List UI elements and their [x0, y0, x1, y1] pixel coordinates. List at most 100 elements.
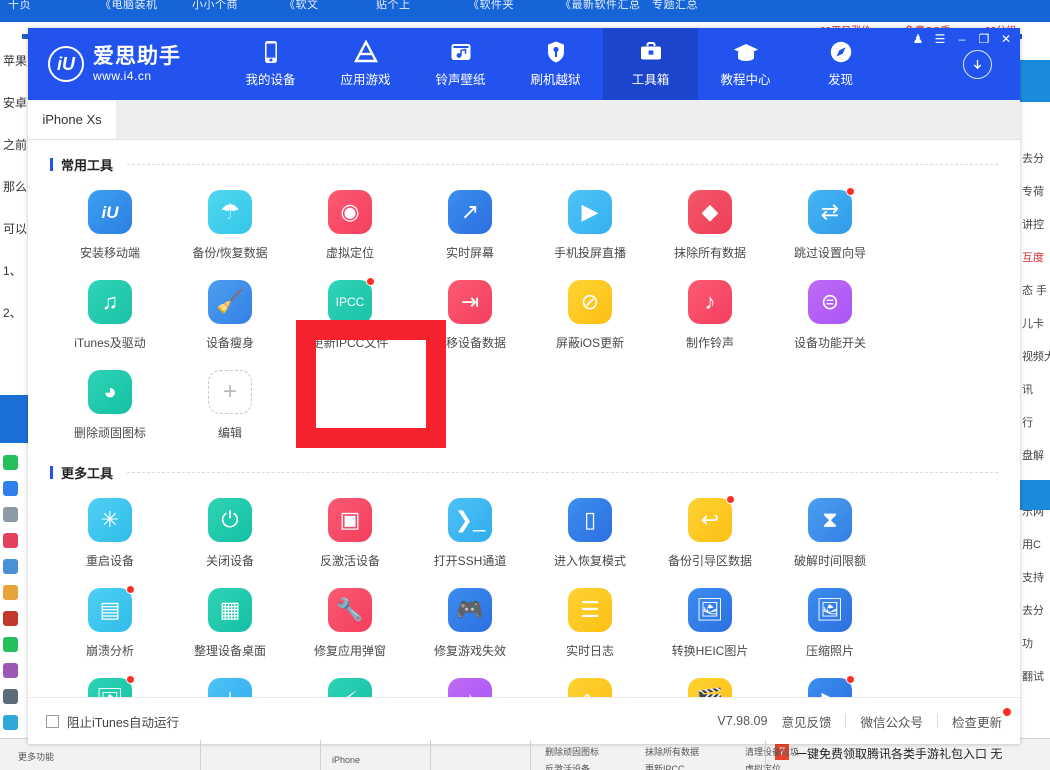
- i4-assistant-window[interactable]: iU 爱思助手 www.i4.cn 我的设备 应用游戏 铃声壁纸 刷机越狱 工具箱 教程中…: [28, 28, 1020, 744]
- tool-item[interactable]: ▤ 崩溃分析: [50, 576, 170, 666]
- check-update-link[interactable]: 检查更新: [951, 707, 1011, 731]
- tool-item[interactable]: ↗ 实时屏幕: [410, 178, 530, 268]
- tool-icon-wrap: 🧹: [208, 280, 252, 324]
- tool-label: 关闭设备: [205, 554, 254, 568]
- tool-item[interactable]: 🖼 压缩照片: [770, 576, 890, 666]
- tool-icon-wrap: ⏻: [208, 498, 252, 542]
- tool-item[interactable]: IPCC 更新IPCC文件: [290, 268, 410, 358]
- tool-icon-wrap: ∿: [568, 678, 612, 697]
- tool-item[interactable]: ↩ 备份引导区数据: [650, 486, 770, 576]
- tool-item[interactable]: 🧹 设备瘦身: [170, 268, 290, 358]
- taskbar-item[interactable]: 抹除所有数据: [645, 745, 699, 758]
- tool-item[interactable]: ◉ 虚拟定位: [290, 178, 410, 268]
- tool-item[interactable]: ❯_ 打开SSH通道: [410, 486, 530, 576]
- tool-item[interactable]: ♫ iTunes及驱动: [50, 268, 170, 358]
- tool-item[interactable]: ⚡虚拟U盘: [290, 666, 410, 697]
- tool-label: 抹除所有数据: [673, 246, 746, 260]
- tool-item[interactable]: ⊜ 设备功能开关: [770, 268, 890, 358]
- wechat-link[interactable]: 微信公众号: [860, 712, 923, 731]
- tool-item[interactable]: ∿转换音频: [530, 666, 650, 697]
- tool-item[interactable]: 🖼 转换HEIC图片: [650, 576, 770, 666]
- tool-item[interactable]: 🔧 修复应用弹窗: [290, 576, 410, 666]
- tool-item[interactable]: ▶ 手机投屏直播: [530, 178, 650, 268]
- taskbar-item[interactable]: 更新IPCC: [645, 762, 685, 770]
- taskbar-item[interactable]: 清理设备垃圾: [745, 745, 799, 758]
- tool-icon-wrap: ▶: [568, 190, 612, 234]
- nav-item-6[interactable]: 教程中心: [698, 28, 793, 100]
- window-controls: ♟ ☰ – ❐ ✕: [907, 28, 1017, 50]
- nav-item-3[interactable]: 铃声壁纸: [413, 28, 508, 100]
- nav-item-1[interactable]: 我的设备: [223, 28, 318, 100]
- tool-item[interactable]: + 编辑: [170, 358, 290, 448]
- section-accent-bar: [50, 466, 53, 479]
- tool-label: 进入恢复模式: [553, 554, 626, 568]
- app-footer: 阻止iTunes自动运行 V7.98.09 意见反馈 微信公众号 检查更新: [28, 697, 1020, 744]
- nav-item-label: 刷机越狱: [530, 73, 581, 87]
- block-itunes-checkbox-row[interactable]: 阻止iTunes自动运行: [46, 712, 179, 731]
- tool-item[interactable]: ☂ 备份/恢复数据: [170, 178, 290, 268]
- background-taskbar-icon: [3, 481, 18, 496]
- tool-item[interactable]: ▣ 反激活设备: [290, 486, 410, 576]
- menu-icon[interactable]: ☰: [929, 29, 951, 49]
- tool-item[interactable]: 🖼图片去重: [50, 666, 170, 697]
- tool-grid-2: ✳ 重启设备 ⏻ 关闭设备 ▣ 反激活设备 ❯_ 打开SSH通道 ▯ 进入恢复模式 ↩ 备份引导区数据…: [50, 486, 998, 697]
- block-itunes-checkbox[interactable]: [46, 714, 59, 728]
- tool-item[interactable]: ⇥ 迁移设备数据: [410, 268, 530, 358]
- tool-label: 实时日志: [565, 644, 614, 658]
- tool-item[interactable]: ☰ 实时日志: [530, 576, 650, 666]
- section-divider: [127, 164, 998, 165]
- apps-icon: [353, 40, 379, 64]
- tool-item[interactable]: ⤓下载固件: [170, 666, 290, 697]
- app-url: www.i4.cn: [93, 68, 152, 83]
- tool-item[interactable]: ⧗ 破解时间限额: [770, 486, 890, 576]
- edit-audio-icon: ♪: [448, 678, 492, 697]
- taskbar-item[interactable]: 反激活设备: [545, 762, 590, 770]
- tool-item[interactable]: ▯ 进入恢复模式: [530, 486, 650, 576]
- tool-item[interactable]: ▶爱思播放器: [770, 666, 890, 697]
- tab-iphone-xs[interactable]: iPhone Xs: [28, 100, 116, 139]
- tool-item[interactable]: 🎬转换视频: [650, 666, 770, 697]
- tool-item[interactable]: ◕ 删除顽固图标: [50, 358, 170, 448]
- background-right-line: 支持: [1022, 572, 1044, 584]
- taskbar-item[interactable]: 删除顽固图标: [545, 745, 599, 758]
- nav-item-4[interactable]: 刷机越狱: [508, 28, 603, 100]
- taskbar-item[interactable]: 更多功能: [18, 750, 54, 763]
- background-right-line: 讲控: [1022, 219, 1044, 231]
- nav-item-7[interactable]: 发现: [793, 28, 888, 100]
- tool-icon-wrap: ⧗: [808, 498, 852, 542]
- tool-item[interactable]: ✳ 重启设备: [50, 486, 170, 576]
- tool-item[interactable]: ♪修改音频: [410, 666, 530, 697]
- download-firmware-icon: ⤓: [208, 678, 252, 697]
- download-arrow-icon[interactable]: [963, 50, 992, 79]
- nav-item-2[interactable]: 应用游戏: [318, 28, 413, 100]
- tool-item[interactable]: ⊘ 屏蔽iOS更新: [530, 268, 650, 358]
- main-navigation: 我的设备 应用游戏 铃声壁纸 刷机越狱 工具箱 教程中心 发现: [223, 28, 888, 100]
- tool-item[interactable]: iU 安装移动端: [50, 178, 170, 268]
- taskbar-ad-text[interactable]: 一键免费领取腾讯各类手游礼包入口 无: [795, 745, 1002, 762]
- taskbar-item[interactable]: iPhone: [332, 755, 360, 765]
- tool-item[interactable]: 🎮 修复游戏失效: [410, 576, 530, 666]
- tool-label: 备份/恢复数据: [192, 246, 268, 260]
- tool-item[interactable]: ⏻ 关闭设备: [170, 486, 290, 576]
- minimize-icon[interactable]: –: [951, 29, 973, 49]
- background-taskbar-icon: [3, 507, 18, 522]
- maximize-icon[interactable]: ❐: [973, 29, 995, 49]
- tool-label: 整理设备桌面: [193, 644, 266, 658]
- skin-icon[interactable]: ♟: [907, 29, 929, 49]
- tool-icon-wrap: ◆: [688, 190, 732, 234]
- tool-item[interactable]: ◆ 抹除所有数据: [650, 178, 770, 268]
- tool-item[interactable]: ⇄ 跳过设置向导: [770, 178, 890, 268]
- nav-item-5[interactable]: 工具箱: [603, 28, 698, 100]
- tool-item[interactable]: ♪ 制作铃声: [650, 268, 770, 358]
- tool-item[interactable]: ▦ 整理设备桌面: [170, 576, 290, 666]
- background-right-blue-block: [1018, 60, 1050, 102]
- check-update-label: 检查更新: [951, 715, 1002, 730]
- tool-label: 重启设备: [85, 554, 134, 568]
- close-icon[interactable]: ✕: [995, 29, 1017, 49]
- tool-label: 更新IPCC文件: [311, 336, 389, 350]
- taskbar-item[interactable]: 虚拟定位: [745, 762, 781, 770]
- app-logo[interactable]: iU 爱思助手 www.i4.cn: [28, 28, 223, 100]
- background-taskbar-icon: [3, 455, 18, 470]
- tool-label: 设备功能开关: [793, 336, 866, 350]
- feedback-link[interactable]: 意见反馈: [781, 712, 831, 731]
